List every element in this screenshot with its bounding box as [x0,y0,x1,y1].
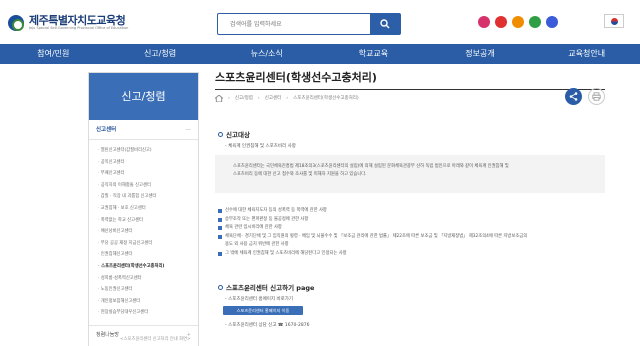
sidebar-item-active[interactable]: 스포츠윤리센터(학생선수고충처리) [98,261,198,273]
breadcrumb-item[interactable]: 신고센터 [265,95,282,101]
image-caption: <스포츠윤리센터 신고처리 안내 화면> [120,337,191,342]
list-item: 체육 관련 입시비리에 관한 사항 [218,224,603,233]
square-bullet-icon [218,226,222,231]
breadcrumb: › 신고/청렴 › 신고센터 › 스포츠윤리센터(학생선수고충처리) [215,92,359,104]
nav-news[interactable]: 뉴스/소식 [213,44,320,64]
info-text: 스포츠윤리센터는 국민체육진흥법 제18조의3(스포츠윤리센터의 설립)에 의해… [233,164,509,169]
blog-icon[interactable] [529,16,541,28]
collapse-icon[interactable]: — [186,120,192,140]
list-item: 그 밖에 체육계 인권침해 및 스포츠비리에 해당된다고 인정되는 사항 [218,250,603,259]
search-button[interactable] [370,14,400,34]
site-header: 제주특별자치도교육청 Jeju Special Self-Governing P… [0,0,640,44]
sns-links [478,16,558,28]
logo-subtitle: Jeju Special Self-Governing Provincial O… [29,26,129,30]
list-item-text: 승부조작 또는 편파판정 등 불공정에 관한 사항 [225,216,309,222]
sidebar-item[interactable]: 공익신고센터 [98,157,198,169]
sidebar-group-label: 신고센터 [96,127,117,133]
site-logo[interactable]: 제주특별자치도교육청 Jeju Special Self-Governing P… [8,13,128,33]
sidebar-item[interactable]: 부당 공공 재정 지급신고센터 [98,238,198,250]
sidebar-footer-label: 청렴나눔방 [96,332,120,338]
section-subtitle: 체육계 인권침해 및 스포츠비리 사항 [225,143,296,149]
page-title: 스포츠윤리센터(학생선수고충처리) [215,71,377,84]
sidebar-item[interactable]: 공직자의 이해충돌 신고센터 [98,180,198,192]
sidebar-item[interactable]: 현장실습부당대우신고센터 [98,307,198,319]
logo-title: 제주특별자치도교육청 [29,14,126,27]
section-title: 스포츠윤리센터 신고하기 page [226,284,315,292]
share-button[interactable] [565,88,582,105]
report-target-list: 선수에 대한 체육지도자 등의 성폭력 등 폭력에 관한 사항승부조작 또는 편… [218,207,603,258]
nav-office-guide[interactable]: 교육청안내 [533,44,640,64]
sidebar-item[interactable]: 부패신고센터 [98,168,198,180]
page: 제주특별자치도교육청 Jeju Special Self-Governing P… [0,0,640,346]
title-divider [215,89,605,90]
nav-information[interactable]: 정보공개 [427,44,534,64]
bullet-ring-icon [218,284,223,290]
square-bullet-icon [218,251,222,256]
breadcrumb-sep-icon: › [286,95,289,101]
list-item-text: 체육 관련 입시비리에 관한 사항 [225,225,282,230]
emblem-icon [8,15,24,31]
sidebar-group-report-center[interactable]: 신고센터 — [89,120,198,140]
list-item: 선수에 대한 체육지도자 등의 성폭력 등 폭력에 관한 사항 [218,207,603,216]
sidebar-list: 열린신고센터(갑질비리신고)공익신고센터부패신고센터공직자의 이해충돌 신고센터… [89,140,198,319]
homepage-link-label: 스포츠윤리센터 홈페이지 바로가기 [225,296,293,302]
breadcrumb-current: 스포츠윤리센터(학생선수고충처리) [293,96,359,101]
sidebar: 신고/청렴 신고센터 — 열린신고센터(갑질비리신고)공익신고센터부패신고센터공… [88,72,199,346]
korean-flag-icon[interactable] [604,14,624,28]
sidebar-item[interactable]: 예산낭비신고센터 [98,226,198,238]
square-bullet-icon [218,217,222,222]
kakao-icon[interactable] [512,16,524,28]
share-icon [569,92,578,101]
sidebar-item[interactable]: 노동인권신고센터 [98,284,198,296]
list-item: 승부조작 또는 편파판정 등 불공정에 관한 사항 [218,216,603,225]
sidebar-item[interactable]: 성희롱·성폭력신고센터 [98,273,198,285]
sidebar-item[interactable]: 갑질 · 직장 내 괴롭힘 신고센터 [98,191,198,203]
nav-school-education[interactable]: 학교교육 [320,44,427,64]
section-title: 신고대상 [226,131,250,139]
info-box: 스포츠윤리센터는 국민체육진흥법 제18조의3(스포츠윤리센터의 설립)에 의해… [215,155,605,193]
sidebar-title: 신고/청렴 [89,73,198,120]
section-heading-report-target: 신고대상 [218,129,250,139]
nav-report-integrity[interactable]: 신고/청렴 [107,44,214,64]
search-icon [380,19,390,29]
sidebar-item[interactable]: 인권침해신고센터 [98,249,198,261]
section-heading-report-page: 스포츠윤리센터 신고하기 page [218,282,314,292]
home-icon[interactable] [215,94,223,102]
search-input[interactable] [218,14,370,34]
breadcrumb-sep-icon: › [228,95,230,101]
breadcrumb-item[interactable]: 신고/청렴 [235,95,253,101]
sidebar-item[interactable]: 개인정보침해신고센터 [98,296,198,308]
list-item-text: 체육단체 · 경기단체 및 그 임직원의 횡령 · 배임 및 뇌물수수 및 「보… [225,233,528,239]
square-bullet-icon [218,209,222,214]
instagram-icon[interactable] [478,16,490,28]
info-text: 스포츠비리 등에 대한 신고 접수와 조사를 및 피해자 지원을 하고 있습니다… [233,172,367,177]
search-box [217,13,401,35]
list-item: 용도 외 사용 금지 위반에 관한 사항 [218,241,603,250]
breadcrumb-sep-icon: › [257,95,260,101]
list-item-text: 그 밖에 체육계 인권침해 및 스포츠비리에 해당된다고 인정되는 사항 [225,250,347,256]
sidebar-item[interactable]: 교권침해 · 보호 신고센터 [98,203,198,215]
facebook-icon[interactable] [546,16,558,28]
print-icon [592,92,601,101]
list-item-text: 용도 외 사용 금지 위반에 관한 사항 [225,242,289,247]
nav-participation[interactable]: 참여/민원 [0,44,107,64]
print-button[interactable] [588,88,605,105]
main-nav: 참여/민원 신고/청렴 뉴스/소식 학교교육 정보공개 교육청안내 [0,44,640,64]
sidebar-item[interactable]: 열린신고센터(갑질비리신고) [98,145,198,157]
youtube-icon[interactable] [495,16,507,28]
list-item: 체육단체 · 경기단체 및 그 임직원의 횡령 · 배임 및 뇌물수수 및 「보… [218,233,603,242]
bullet-ring-icon [218,131,223,137]
list-item-text: 선수에 대한 체육지도자 등의 성폭력 등 폭력에 관한 사항 [225,208,327,213]
square-bullet-icon [218,234,222,239]
homepage-link-button[interactable]: 스포츠윤리센터 홈페이지 이동 [223,306,303,315]
contact-info: 스포츠윤리센터 상담 신고 ☎ 1670-2876 [225,322,309,328]
sidebar-item[interactable]: 폭력없는 학교 신고센터 [98,215,198,227]
main-content: 스포츠윤리센터(학생선수고충처리) › 신고/청렴 › 신고센터 › 스포츠윤리… [215,72,605,346]
